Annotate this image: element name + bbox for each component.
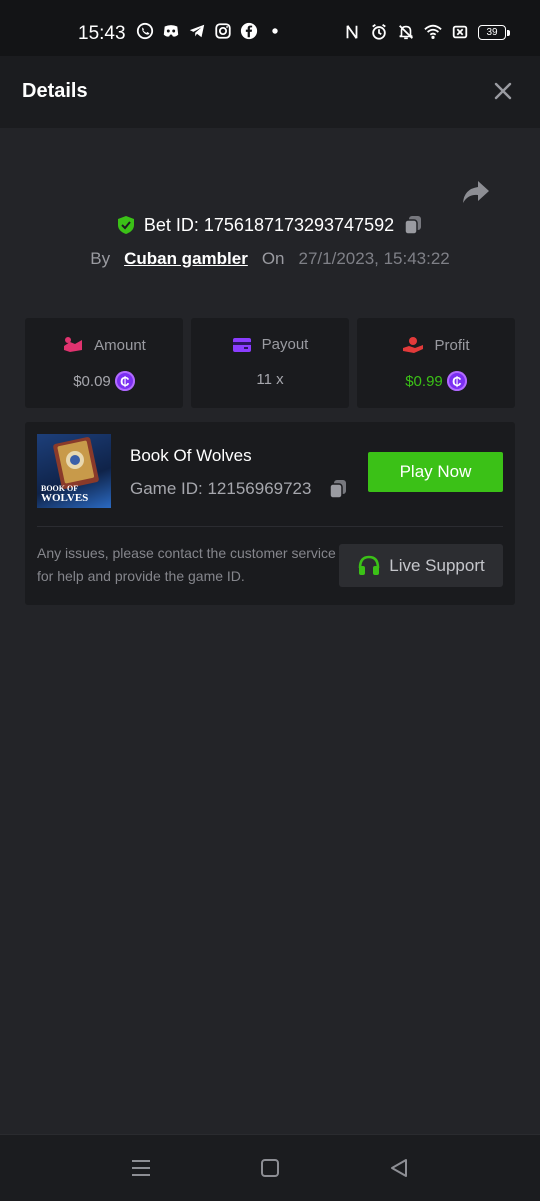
details-header: Details <box>0 56 540 128</box>
amount-value: $0.09 <box>73 372 111 390</box>
bet-id-text: Bet ID: 1756187173293747592 <box>143 214 395 235</box>
profit-label: Profit <box>434 336 470 354</box>
game-id: Game ID: 12156969723 <box>130 479 312 498</box>
bet-id-row: Bet ID: 1756187173293747592 <box>0 214 540 236</box>
payout-label: Payout <box>261 336 309 353</box>
play-now-button[interactable]: Play Now <box>368 452 503 492</box>
game-name[interactable]: Book Of Wolves <box>130 446 252 466</box>
headset-icon <box>358 555 380 575</box>
system-icons: 39 <box>343 23 510 41</box>
wifi-icon <box>424 24 442 40</box>
bet-meta-row: By Cuban gambler On 27/1/2023, 15:43:22 <box>0 249 540 269</box>
nfc-icon <box>346 25 358 39</box>
bet-date: 27/1/2023, 15:43:22 <box>298 249 450 268</box>
mute-icon <box>399 25 413 40</box>
payout-value: 11 x <box>256 371 284 388</box>
live-support-button[interactable]: Live Support <box>339 544 503 587</box>
payout-card: Payout 11 x <box>191 318 349 408</box>
home-icon[interactable] <box>259 1157 281 1179</box>
divider <box>37 526 503 527</box>
discord-icon <box>163 25 179 37</box>
page-title: Details <box>22 80 88 102</box>
game-id-row: Game ID: 12156969723 <box>130 478 349 500</box>
copy-icon[interactable] <box>327 478 349 500</box>
support-hint: Any issues, please contact the customer … <box>37 545 336 584</box>
close-icon[interactable] <box>492 80 514 102</box>
by-label: By <box>90 249 111 268</box>
instagram-icon <box>215 23 231 39</box>
telegram-icon <box>189 24 205 38</box>
back-icon[interactable] <box>388 1157 410 1179</box>
user-link[interactable]: Cuban gambler <box>124 249 248 269</box>
status-time: 15:43 <box>78 23 126 44</box>
profit-card: Profit $0.99 ₵ <box>357 318 515 408</box>
coin-icon: ₵ <box>114 371 135 391</box>
dot-icon <box>272 28 278 34</box>
sim-icon <box>452 25 468 39</box>
amount-card: Amount $0.09 ₵ <box>25 318 183 408</box>
card-icon <box>232 337 251 352</box>
game-card: BOOK OF WOLVES Book Of Wolves Game ID: 1… <box>25 422 515 605</box>
amount-icon <box>64 337 83 352</box>
verified-shield-icon <box>117 216 134 234</box>
coin-icon: ₵ <box>446 371 467 391</box>
notification-icons <box>136 22 284 40</box>
system-nav-bar <box>0 1134 540 1201</box>
copy-icon[interactable] <box>402 214 424 236</box>
share-icon[interactable] <box>461 178 491 206</box>
profit-value: $0.99 <box>405 372 443 390</box>
battery-indicator: 39 <box>478 24 510 40</box>
menu-icon[interactable] <box>130 1157 152 1179</box>
amount-label: Amount <box>94 336 146 354</box>
live-support-label: Live Support <box>389 555 485 575</box>
game-thumbnail[interactable]: BOOK OF WOLVES <box>37 434 111 508</box>
status-bar: 15:43 39 <box>0 0 540 56</box>
alarm-icon <box>372 24 386 40</box>
whatsapp-icon <box>136 22 154 40</box>
on-label: On <box>261 249 285 268</box>
facebook-icon <box>240 22 258 40</box>
thumb-caption-2: WOLVES <box>41 492 89 504</box>
profit-hand-icon <box>403 337 424 353</box>
